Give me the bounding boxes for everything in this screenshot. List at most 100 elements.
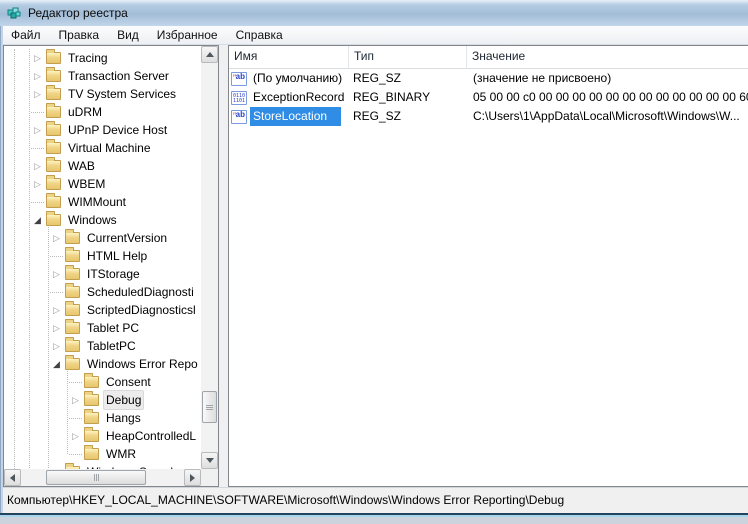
menu-item-справка[interactable]: Справка xyxy=(227,26,292,44)
tree-connector xyxy=(31,202,44,203)
tree-vertical-scrollbar[interactable] xyxy=(201,46,218,469)
tree-item-itstorage[interactable]: ▷ITStorage xyxy=(4,265,201,283)
list-row-storelocation[interactable]: ”abStoreLocationREG_SZC:\Users\1\AppData… xyxy=(229,107,748,126)
selected-key-path: Компьютер\HKEY_LOCAL_MACHINE\SOFTWARE\Mi… xyxy=(7,493,564,507)
scroll-right-button[interactable] xyxy=(184,469,201,486)
vertical-scroll-thumb[interactable] xyxy=(202,391,217,423)
list-body: ”ab(По умолчанию)REG_SZ(значение не прис… xyxy=(229,69,748,126)
menu-bar: ФайлПравкаВидИзбранноеСправка xyxy=(0,26,748,45)
scroll-down-button[interactable] xyxy=(201,452,218,469)
value-type: REG_BINARY xyxy=(349,88,467,107)
tree-connector xyxy=(31,112,44,113)
tree-item-wab[interactable]: ▷ WAB xyxy=(4,157,201,175)
menu-item-вид[interactable]: Вид xyxy=(108,26,148,44)
expand-icon[interactable]: ▷ xyxy=(50,319,63,337)
collapse-icon[interactable]: ◢ xyxy=(31,211,44,229)
tree-item-consent[interactable]: Consent xyxy=(4,373,201,391)
tree-item-tracing[interactable]: ▷Tracing xyxy=(4,49,201,67)
value-data: 05 00 00 c0 00 00 00 00 00 00 00 00 00 0… xyxy=(467,88,748,107)
tree-item-html-help[interactable]: HTML Help xyxy=(4,247,201,265)
expand-icon[interactable]: ▷ xyxy=(31,157,44,175)
tree-item-label: HTML Help xyxy=(84,246,150,266)
tree-item-label: uDRM xyxy=(65,102,105,122)
folder-icon xyxy=(46,214,61,226)
registry-tree-pane: ▷Tracing▷Transaction Server▷TV System Se… xyxy=(3,45,219,487)
expand-icon[interactable]: ▷ xyxy=(50,301,63,319)
tree-horizontal-scrollbar[interactable] xyxy=(4,469,201,486)
expand-icon[interactable]: ▷ xyxy=(50,337,63,355)
folder-icon xyxy=(46,124,61,136)
tree-connector xyxy=(69,454,82,455)
column-header-value[interactable]: Значение xyxy=(467,46,748,68)
expand-icon[interactable]: ▷ xyxy=(69,427,82,445)
value-name: StoreLocation xyxy=(250,107,341,126)
expand-icon[interactable]: ▷ xyxy=(31,175,44,193)
expand-icon[interactable]: ▷ xyxy=(31,85,44,103)
list-row-по-умолчанию[interactable]: ”ab(По умолчанию)REG_SZ(значение не прис… xyxy=(229,69,748,88)
value-type: REG_SZ xyxy=(349,69,467,88)
tree-item-label: WAB xyxy=(65,156,98,176)
value-name: ExceptionRecord xyxy=(250,88,347,107)
folder-icon xyxy=(65,358,80,370)
menu-item-правка[interactable]: Правка xyxy=(50,26,109,44)
tree-item-label: WBEM xyxy=(65,174,108,194)
tree-item-label: Virtual Machine xyxy=(65,138,154,158)
scrollbar-corner xyxy=(201,469,218,486)
tree-item-label: Windows xyxy=(65,210,120,230)
tree-item-tv-system-services[interactable]: ▷TV System Services xyxy=(4,85,201,103)
tree-item-wbem[interactable]: ▷ WBEM xyxy=(4,175,201,193)
tree-item-scripteddiagnosticsl[interactable]: ▷ScriptedDiagnosticsl xyxy=(4,301,201,319)
folder-icon xyxy=(46,52,61,64)
expand-icon[interactable]: ▷ xyxy=(31,121,44,139)
tree-item-heapcontrolledl[interactable]: ▷HeapControlledL xyxy=(4,427,201,445)
expand-icon[interactable]: ▷ xyxy=(50,229,63,247)
binary-value-icon: 01101101 xyxy=(231,91,247,105)
tree-item-upnp-device-host[interactable]: ▷UPnP Device Host xyxy=(4,121,201,139)
registry-tree: ▷Tracing▷Transaction Server▷TV System Se… xyxy=(4,49,201,469)
folder-icon xyxy=(46,106,61,118)
tree-item-hangs[interactable]: Hangs xyxy=(4,409,201,427)
title-bar[interactable]: Редактор реестра xyxy=(0,0,748,26)
menu-item-файл[interactable]: Файл xyxy=(2,26,50,44)
list-row-exceptionrecord[interactable]: 01101101ExceptionRecordREG_BINARY05 00 0… xyxy=(229,88,748,107)
tree-item-tablet-pc[interactable]: ▷Tablet PC xyxy=(4,319,201,337)
horizontal-scroll-thumb[interactable] xyxy=(46,470,146,485)
tree-item-currentversion[interactable]: ▷ CurrentVersion xyxy=(4,229,201,247)
tree-connector xyxy=(69,382,82,383)
folder-icon xyxy=(65,340,80,352)
tree-item-wimmount[interactable]: WIMMount xyxy=(4,193,201,211)
thumb-grip-icon xyxy=(94,474,99,481)
column-header-name[interactable]: Имя xyxy=(229,46,349,68)
folder-icon xyxy=(84,448,99,460)
tree-item-windows-error-repo[interactable]: ◢Windows Error Repo xyxy=(4,355,201,373)
menu-item-избранное[interactable]: Избранное xyxy=(148,26,227,44)
expand-icon[interactable]: ▷ xyxy=(31,67,44,85)
folder-icon xyxy=(46,160,61,172)
column-header-type[interactable]: Тип xyxy=(349,46,467,68)
scroll-left-button[interactable] xyxy=(4,469,21,486)
tree-item-label: CurrentVersion xyxy=(84,228,170,248)
scroll-up-button[interactable] xyxy=(201,46,218,63)
folder-icon xyxy=(65,232,80,244)
expand-icon[interactable]: ▷ xyxy=(69,391,82,409)
tree-item-tabletpc[interactable]: ▷TabletPC xyxy=(4,337,201,355)
value-data: (значение не присвоено) xyxy=(467,69,748,88)
registry-editor-icon xyxy=(6,5,22,21)
folder-icon xyxy=(46,196,61,208)
tree-item-udrm[interactable]: uDRM xyxy=(4,103,201,121)
folder-icon xyxy=(65,286,80,298)
expand-icon[interactable]: ▷ xyxy=(31,49,44,67)
tree-item-label: ScheduledDiagnosti xyxy=(84,282,197,302)
collapse-icon[interactable]: ◢ xyxy=(50,355,63,373)
tree-item-debug[interactable]: ▷Debug xyxy=(4,391,201,409)
tree-item-scheduleddiagnosti[interactable]: ScheduledDiagnosti xyxy=(4,283,201,301)
tree-item-virtual-machine[interactable]: Virtual Machine xyxy=(4,139,201,157)
folder-icon xyxy=(65,304,80,316)
value-name: (По умолчанию) xyxy=(250,69,345,88)
tree-item-transaction-server[interactable]: ▷Transaction Server xyxy=(4,67,201,85)
tree-connector xyxy=(50,292,63,293)
expand-icon[interactable]: ▷ xyxy=(50,265,63,283)
tree-item-wmr[interactable]: WMR xyxy=(4,445,201,463)
tree-item-windows[interactable]: ◢ Windows xyxy=(4,211,201,229)
left-arrow-icon xyxy=(10,474,15,482)
